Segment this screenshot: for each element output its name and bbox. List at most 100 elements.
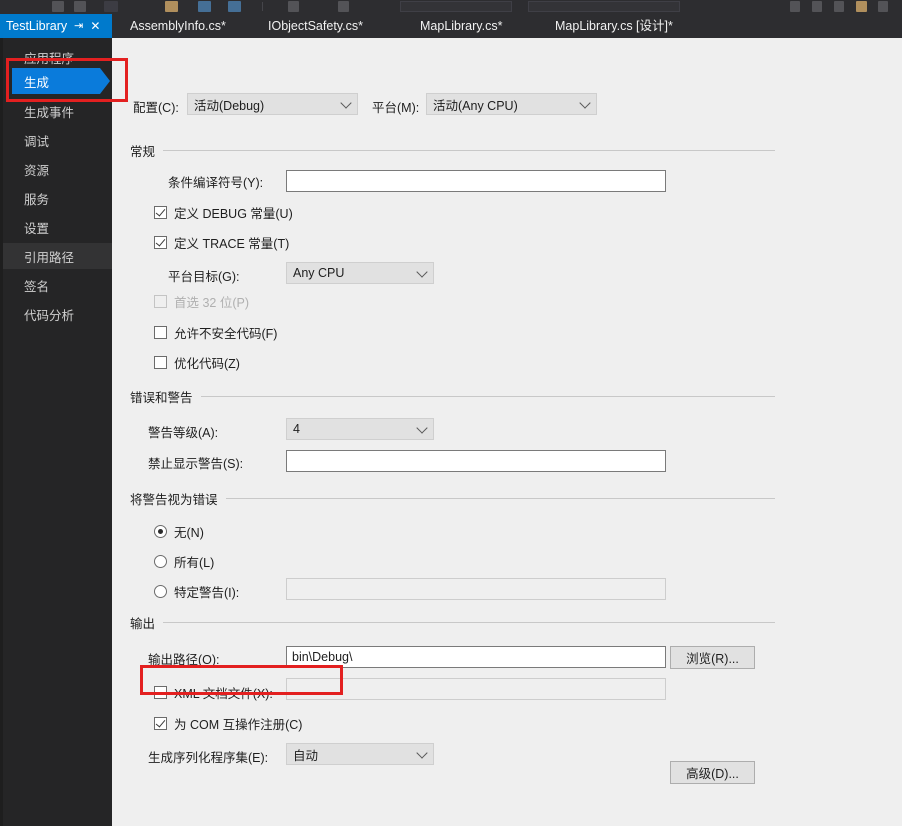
optimize-code-checkbox[interactable]: 优化代码(Z)	[154, 353, 240, 372]
serialization-assembly-label: 生成序列化程序集(E):	[148, 751, 269, 765]
checkbox-box	[154, 236, 167, 249]
platform-combo[interactable]	[528, 1, 680, 12]
output-group-header: 输出	[130, 613, 775, 632]
project-properties-window: TestLibrary ⇥ ✕ AssemblyInfo.cs* IObject…	[0, 0, 902, 826]
suppress-warnings-input[interactable]	[286, 450, 666, 472]
close-icon[interactable]: ✕	[90, 14, 100, 38]
sidebar-item-label: 代码分析	[24, 308, 75, 323]
sidebar-item-signing[interactable]: 签名	[3, 272, 112, 298]
treat-warnings-none-radio[interactable]: 无(N)	[154, 522, 204, 541]
output-path-input[interactable]: bin\Debug\	[286, 646, 666, 668]
toolbar-icon-forward[interactable]	[74, 1, 86, 12]
sidebar-item-reference-paths[interactable]: 引用路径	[3, 243, 112, 269]
conditional-symbols-input[interactable]	[286, 170, 666, 192]
sidebar-item-services[interactable]: 服务	[3, 185, 112, 211]
tab-maplibrary[interactable]: MapLibrary.cs*	[414, 14, 508, 38]
platform-dropdown[interactable]: 活动(Any CPU)	[426, 93, 597, 115]
errors-warnings-group-title: 错误和警告	[130, 391, 193, 405]
xml-doc-file-checkbox[interactable]: XML 文档文件(X):	[154, 683, 273, 702]
xml-doc-file-input[interactable]	[286, 678, 666, 700]
treat-warnings-none-label: 无(N)	[174, 526, 204, 540]
chevron-down-icon	[416, 747, 428, 759]
browse-button-label: 浏览(R)...	[686, 652, 739, 666]
warning-level-value: 4	[293, 422, 300, 436]
toolbar-separator	[262, 2, 263, 11]
chevron-down-icon	[416, 266, 428, 278]
toolbar-strip	[0, 0, 902, 14]
sidebar-item-build-events[interactable]: 生成事件	[3, 98, 112, 124]
radio-circle	[154, 585, 167, 598]
check-icon	[155, 236, 166, 247]
define-trace-checkbox[interactable]: 定义 TRACE 常量(T)	[154, 233, 289, 252]
configuration-value: 活动(Debug)	[194, 98, 265, 113]
tab-testlibrary[interactable]: TestLibrary ⇥ ✕	[0, 14, 112, 38]
sidebar-item-application[interactable]: 应用程序	[3, 44, 112, 70]
toolbar-icon-a[interactable]	[790, 1, 800, 12]
treat-warnings-group-title: 将警告视为错误	[130, 493, 218, 507]
sidebar-item-label: 设置	[24, 221, 50, 236]
define-debug-checkbox[interactable]: 定义 DEBUG 常量(U)	[154, 203, 293, 222]
prefer-32bit-checkbox: 首选 32 位(P)	[154, 292, 249, 311]
toolbar-icon-redo[interactable]	[338, 1, 349, 12]
checkbox-box	[154, 686, 167, 699]
toolbar-icon-folder2[interactable]	[856, 1, 867, 12]
sidebar-item-label: 生成	[24, 75, 50, 90]
platform-label: 平台(M):	[372, 101, 420, 115]
output-path-label: 输出路径(O):	[148, 653, 220, 667]
toolbar-icon-d[interactable]	[878, 1, 888, 12]
checkbox-box	[154, 326, 167, 339]
configuration-dropdown[interactable]: 活动(Debug)	[187, 93, 358, 115]
sidebar-item-resources[interactable]: 资源	[3, 156, 112, 182]
sidebar-item-settings[interactable]: 设置	[3, 214, 112, 240]
serialization-assembly-dropdown[interactable]: 自动	[286, 743, 434, 765]
errors-warnings-group-header: 错误和警告	[130, 387, 775, 406]
serialization-assembly-value: 自动	[293, 748, 319, 763]
folder-icon[interactable]	[165, 1, 178, 12]
general-group-title: 常规	[130, 145, 156, 159]
sidebar-item-label: 签名	[24, 279, 50, 294]
tab-label: TestLibrary	[6, 19, 68, 33]
sidebar-item-debug[interactable]: 调试	[3, 127, 112, 153]
properties-category-list: 应用程序 生成 生成事件 调试 资源 服务 设置 引用路径 签名 代码分析	[0, 38, 112, 826]
tab-maplibrary-design[interactable]: MapLibrary.cs [设计]*	[549, 14, 679, 38]
tab-label: IObjectSafety.cs*	[268, 19, 363, 33]
register-com-interop-label: 为 COM 互操作注册(C)	[174, 718, 303, 732]
treat-warnings-specific-radio[interactable]: 特定警告(I):	[154, 582, 239, 601]
advanced-button[interactable]: 高级(D)...	[670, 761, 755, 784]
start-debug-combo[interactable]	[400, 1, 512, 12]
register-com-interop-checkbox[interactable]: 为 COM 互操作注册(C)	[154, 714, 302, 733]
allow-unsafe-code-label: 允许不安全代码(F)	[174, 327, 278, 341]
toolbar-icon-back[interactable]	[52, 1, 64, 12]
warning-level-dropdown[interactable]: 4	[286, 418, 434, 440]
sidebar-item-label: 服务	[24, 192, 50, 207]
sidebar-item-label: 生成事件	[24, 105, 75, 120]
toolbar-icon-undo[interactable]	[288, 1, 299, 12]
toolbar-icon-b[interactable]	[812, 1, 822, 12]
tab-iobjectsafety[interactable]: IObjectSafety.cs*	[262, 14, 369, 38]
sidebar-item-code-analysis[interactable]: 代码分析	[3, 301, 112, 327]
checkbox-box	[154, 206, 167, 219]
sidebar-item-label: 应用程序	[24, 51, 75, 66]
radio-circle	[154, 525, 167, 538]
panel-icon[interactable]	[228, 1, 241, 12]
group-divider	[200, 396, 775, 397]
build-settings-pane: 配置(C): 活动(Debug) 平台(M): 活动(Any CPU) 常规 条…	[120, 38, 902, 826]
browse-button[interactable]: 浏览(R)...	[670, 646, 755, 669]
radio-dot-icon	[158, 529, 163, 534]
editor-tab-bar: TestLibrary ⇥ ✕ AssemblyInfo.cs* IObject…	[0, 14, 902, 38]
sidebar-item-build[interactable]: 生成	[3, 68, 112, 94]
toolbar-icon-save[interactable]	[104, 1, 118, 12]
tab-label: AssemblyInfo.cs*	[130, 19, 226, 33]
checkbox-box	[154, 717, 167, 730]
platform-target-dropdown[interactable]: Any CPU	[286, 262, 434, 284]
treat-warnings-all-radio[interactable]: 所有(L)	[154, 552, 214, 571]
window-icon[interactable]	[198, 1, 211, 12]
toolbar-icon-c[interactable]	[834, 1, 844, 12]
pin-icon[interactable]: ⇥	[74, 14, 83, 38]
allow-unsafe-code-checkbox[interactable]: 允许不安全代码(F)	[154, 323, 277, 342]
tab-assemblyinfo[interactable]: AssemblyInfo.cs*	[124, 14, 232, 38]
group-divider	[163, 622, 775, 623]
treat-warnings-specific-input[interactable]	[286, 578, 666, 600]
define-trace-label: 定义 TRACE 常量(T)	[174, 237, 290, 251]
group-divider	[163, 150, 775, 151]
